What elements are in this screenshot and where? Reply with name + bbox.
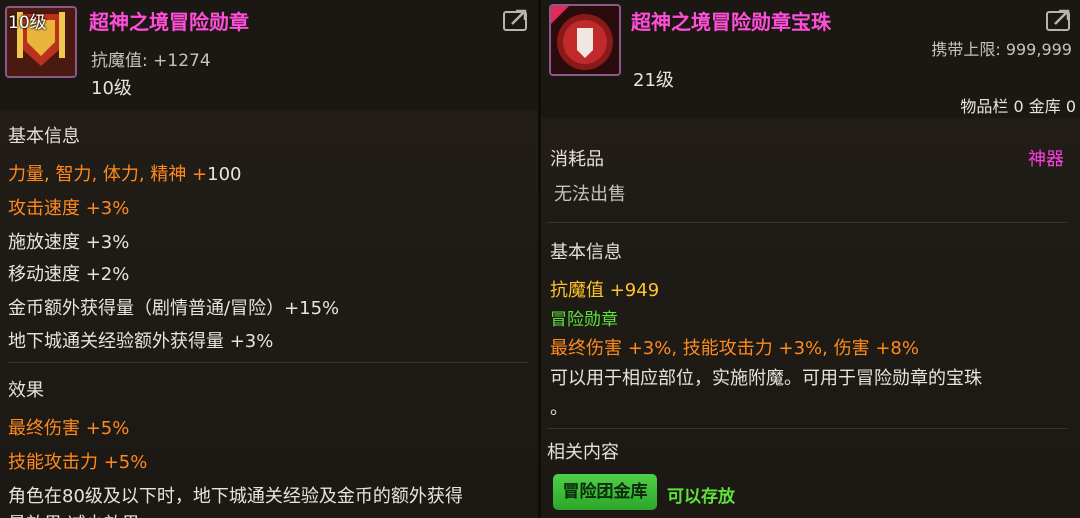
unsellable-text: 无法出售 (554, 184, 626, 205)
divider (547, 222, 1067, 223)
item-category: 消耗品 (550, 149, 604, 170)
stat-row-gold-bonus: 金币额外获得量（剧情普通/冒险）+15% (8, 298, 340, 319)
storable-label: 可以存放 (667, 487, 735, 507)
item-title: 超神之境冒险勋章 (89, 10, 249, 34)
effect-skill-attack: 技能攻击力 +5% (8, 452, 148, 473)
rarity-label: 神器 (1028, 149, 1064, 170)
orb-tooltip-panel: 超神之境冒险勋章宝珠 携带上限: 999,999 21级 物品栏 0 金库 0 … (541, 0, 1080, 518)
medal-header (0, 0, 538, 110)
medal-slot-label: 冒险勋章 (550, 310, 618, 330)
vault-button[interactable]: 冒险团金库 (553, 474, 657, 510)
resist-value: 抗魔值: +1274 (91, 51, 211, 71)
section-basic-info: 基本信息 (8, 126, 80, 147)
orb-level: 21级 (633, 70, 674, 91)
section-effect: 效果 (8, 380, 44, 401)
stat-row-attack-speed: 攻击速度 +3% (8, 198, 130, 219)
effect-description-cont: 量效果 减少效果 (8, 510, 140, 518)
stat-row-exp-bonus: 地下城通关经验额外获得量 +3% (8, 331, 274, 352)
icon-level-badge: 10级 (8, 13, 47, 33)
orb-description-end: 。 (550, 398, 568, 419)
inventory-count: 物品栏 0 金库 0 (960, 97, 1076, 116)
orb-stats: 最终伤害 +3%, 技能攻击力 +3%, 伤害 +8% (550, 338, 919, 359)
stat-row-move-speed: 移动速度 +2% (8, 264, 130, 285)
orb-icon (549, 4, 621, 76)
section-basic-info: 基本信息 (550, 242, 622, 263)
divider (8, 362, 528, 363)
resist-stat: 抗魔值 +949 (550, 280, 660, 301)
effect-description: 角色在80级及以下时，地下城通关经验及金币的额外获得 (8, 486, 463, 507)
share-icon[interactable] (502, 8, 530, 32)
orb-description: 可以用于相应部位，实施附魔。可用于冒险勋章的宝珠 (550, 368, 982, 389)
orb-title: 超神之境冒险勋章宝珠 (631, 10, 831, 34)
share-icon[interactable] (1045, 8, 1073, 32)
stat-row-cast-speed: 施放速度 +3% (8, 232, 130, 253)
medal-tooltip-panel: 10级 超神之境冒险勋章 抗魔值: +1274 10级 基本信息 力量, 智力,… (0, 0, 538, 518)
stat-row-main: 力量, 智力, 体力, 精神 +100 (8, 164, 242, 185)
effect-final-damage: 最终伤害 +5% (8, 418, 130, 439)
carry-limit: 携带上限: 999,999 (931, 40, 1072, 59)
divider (547, 428, 1067, 429)
item-level: 10级 (91, 78, 132, 99)
section-related: 相关内容 (547, 442, 619, 463)
